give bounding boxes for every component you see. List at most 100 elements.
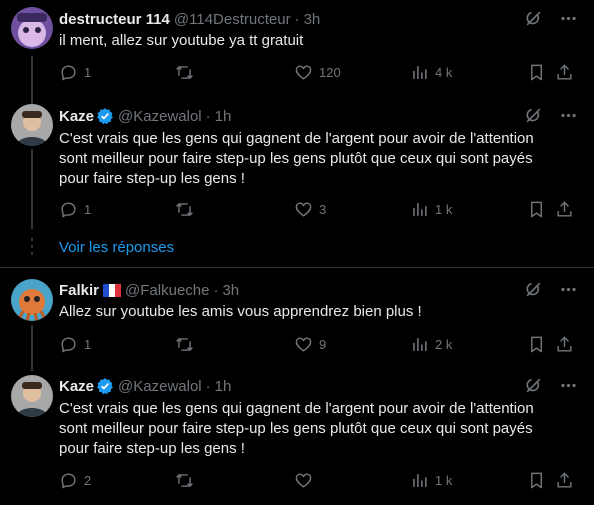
retweet-button[interactable] [175,200,200,219]
user-handle[interactable]: @114Destructeur [174,11,291,28]
bookmark-button[interactable] [527,63,546,82]
bookmark-button[interactable] [527,200,546,219]
reply-button[interactable]: 1 [59,63,91,82]
post-text: Allez sur youtube les amis vous apprendr… [59,303,422,320]
thread-dotted-line [31,238,33,259]
views-count: 2 k [435,337,453,352]
share-button[interactable] [555,335,574,354]
reply-icon [59,335,78,354]
views-icon [410,63,429,82]
display-name[interactable]: destructeur 114 [59,11,170,28]
bookmark-button[interactable] [527,471,546,490]
reply-icon [59,200,78,219]
views-icon [410,200,429,219]
grok-icon[interactable] [524,106,543,125]
share-icon [555,63,574,82]
share-button[interactable] [555,200,574,219]
views-count: 1 k [435,473,453,488]
separator: · [205,107,211,125]
reply-count: 1 [84,337,92,352]
share-button[interactable] [555,471,574,490]
timestamp[interactable]: 3h [222,282,239,299]
avatar[interactable] [11,375,53,417]
user-handle[interactable]: @Falkueche [125,282,209,299]
france-flag-icon [103,283,122,297]
separator: · [294,10,300,28]
divider [0,267,594,268]
reply-count: 2 [84,473,92,488]
retweet-icon [175,471,194,490]
timestamp[interactable]: 1h [215,378,232,395]
separator: · [213,281,219,299]
like-count: 3 [319,202,327,217]
bookmark-icon [527,200,546,219]
bookmark-icon [527,63,546,82]
display-name[interactable]: Kaze [59,108,94,125]
like-icon [294,63,313,82]
reply-icon [59,63,78,82]
user-handle[interactable]: @Kazewalol [118,108,202,125]
reply-button[interactable]: 1 [59,200,91,219]
share-icon [555,471,574,490]
display-name[interactable]: Kaze [59,378,94,395]
like-icon [294,200,313,219]
views-count: 4 k [435,65,453,80]
show-replies-link[interactable]: Voir les réponses [59,239,174,256]
views-icon [410,471,429,490]
like-icon [294,471,313,490]
timestamp[interactable]: 1h [215,108,232,125]
retweet-button[interactable] [175,63,200,82]
reply-count: 1 [84,202,92,217]
timestamp[interactable]: 3h [304,11,321,28]
grok-icon[interactable] [524,376,543,395]
reply-icon [59,471,78,490]
post-text: il ment, allez sur youtube ya tt gratuit [59,32,304,49]
post-text: C'est vrais que les gens qui gagnent de … [59,400,534,457]
views-button[interactable]: 4 k [410,63,452,82]
grok-icon[interactable] [524,280,543,299]
bookmark-button[interactable] [527,335,546,354]
retweet-button[interactable] [175,471,200,490]
share-icon [555,200,574,219]
verified-icon [96,107,114,125]
grok-icon[interactable] [524,9,543,28]
like-count: 120 [319,65,341,80]
views-count: 1 k [435,202,453,217]
more-icon[interactable] [559,106,578,125]
avatar[interactable] [11,279,53,321]
reply-button[interactable]: 2 [59,471,91,490]
like-button[interactable]: 9 [294,335,326,354]
like-button[interactable]: 3 [294,200,326,219]
more-icon[interactable] [559,9,578,28]
more-icon[interactable] [559,280,578,299]
share-icon [555,335,574,354]
more-icon[interactable] [559,376,578,395]
reply-count: 1 [84,65,92,80]
views-icon [410,335,429,354]
views-button[interactable]: 2 k [410,335,452,354]
user-handle[interactable]: @Kazewalol [118,378,202,395]
share-button[interactable] [555,63,574,82]
retweet-button[interactable] [175,335,200,354]
verified-icon [96,377,114,395]
like-icon [294,335,313,354]
thread-line [31,149,33,229]
retweet-icon [175,200,194,219]
thread-line [31,56,33,104]
separator: · [205,377,211,395]
bookmark-icon [527,471,546,490]
avatar[interactable] [11,104,53,146]
retweet-icon [175,63,194,82]
like-button[interactable]: 120 [294,63,341,82]
retweet-icon [175,335,194,354]
views-button[interactable]: 1 k [410,471,452,490]
like-button[interactable] [294,471,319,490]
bookmark-icon [527,335,546,354]
display-name[interactable]: Falkir [59,282,99,299]
like-count: 9 [319,337,327,352]
avatar[interactable] [11,7,53,49]
post-text: C'est vrais que les gens qui gagnent de … [59,130,534,187]
thread-line [31,325,33,371]
reply-button[interactable]: 1 [59,335,91,354]
views-button[interactable]: 1 k [410,200,452,219]
